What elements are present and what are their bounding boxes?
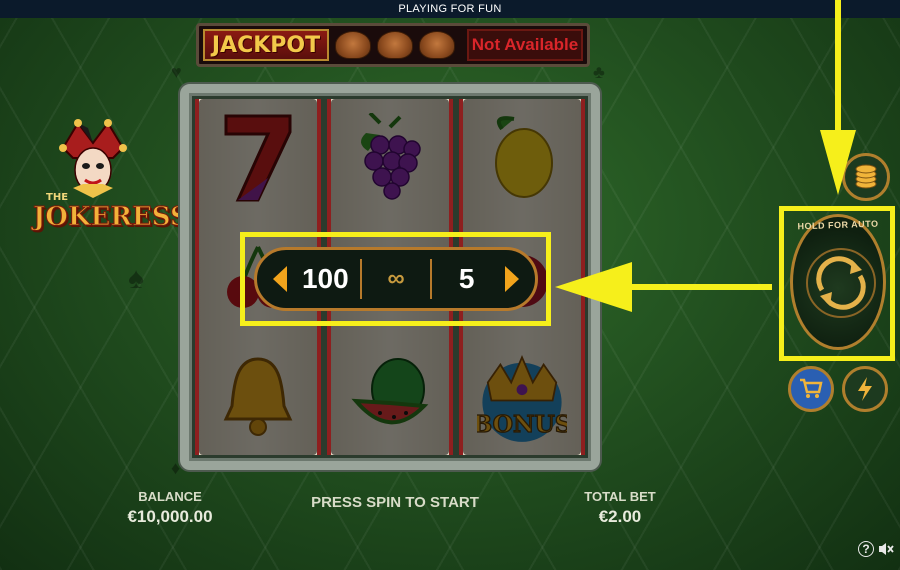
- logo-title: JOKERESS: [33, 202, 190, 233]
- total-bet-label: TOTAL BET: [584, 489, 656, 504]
- heart-suit-icon: ♥: [171, 62, 182, 82]
- spin-inner-ring: [806, 248, 876, 318]
- autoplay-stepper[interactable]: 100 ∞ 5: [254, 247, 538, 311]
- bet-coins-button[interactable]: [842, 153, 890, 201]
- bonus-symbol-icon: BONUS: [477, 346, 567, 446]
- autoplay-increase-button[interactable]: [501, 260, 523, 298]
- autoplay-count-value: 100: [301, 263, 349, 294]
- jackpot-panel: JACKPOT Not Available: [196, 23, 590, 67]
- balance-value: €10,000.00: [127, 507, 213, 526]
- jackpot-label: JACKPOT: [203, 29, 329, 61]
- bonus-symbol-text: BONUS: [477, 410, 567, 438]
- balance-label: BALANCE: [138, 489, 202, 504]
- jackpot-face-icon: [377, 31, 413, 59]
- press-spin-prompt: PRESS SPIN TO START: [311, 494, 479, 511]
- heart-suit-icon: ♠: [128, 262, 144, 295]
- jackpot-status: Not Available: [467, 29, 583, 61]
- jokeress-logo: THE JOKERESS: [28, 118, 189, 253]
- playing-for-fun-banner: PLAYING FOR FUN: [0, 0, 900, 18]
- mute-icon[interactable]: [878, 541, 894, 557]
- buy-feature-button[interactable]: [788, 366, 834, 412]
- jester-logo-icon: [59, 119, 127, 198]
- autoplay-infinity-option[interactable]: ∞: [362, 265, 431, 293]
- total-bet-value: €2.00: [598, 507, 642, 526]
- club-suit-icon: ♣: [593, 62, 605, 82]
- autoplay-right-value: 5: [458, 263, 475, 294]
- lightning-icon: [858, 377, 872, 401]
- grapes-symbol-icon: [345, 108, 435, 208]
- jackpot-faces: [335, 29, 455, 61]
- chevron-right-icon: [505, 266, 520, 292]
- diamond-suit-icon: ♦: [171, 458, 181, 478]
- bell-symbol-icon: [213, 346, 303, 446]
- autoplay-decrease-button[interactable]: [269, 260, 291, 298]
- coins-icon: [855, 164, 877, 189]
- turbo-button[interactable]: [842, 366, 888, 412]
- banner-text: PLAYING FOR FUN: [398, 3, 502, 15]
- watermelon-symbol-icon: [345, 346, 435, 446]
- jackpot-face-icon: [419, 31, 455, 59]
- cart-icon: [800, 378, 823, 398]
- jackpot-face-icon: [335, 31, 371, 59]
- autospin-icon: [816, 256, 866, 310]
- lemon-symbol-icon: [477, 108, 567, 208]
- chevron-left-icon: [273, 266, 287, 292]
- help-icon[interactable]: ?: [858, 541, 874, 557]
- seven-symbol-icon: [213, 108, 303, 208]
